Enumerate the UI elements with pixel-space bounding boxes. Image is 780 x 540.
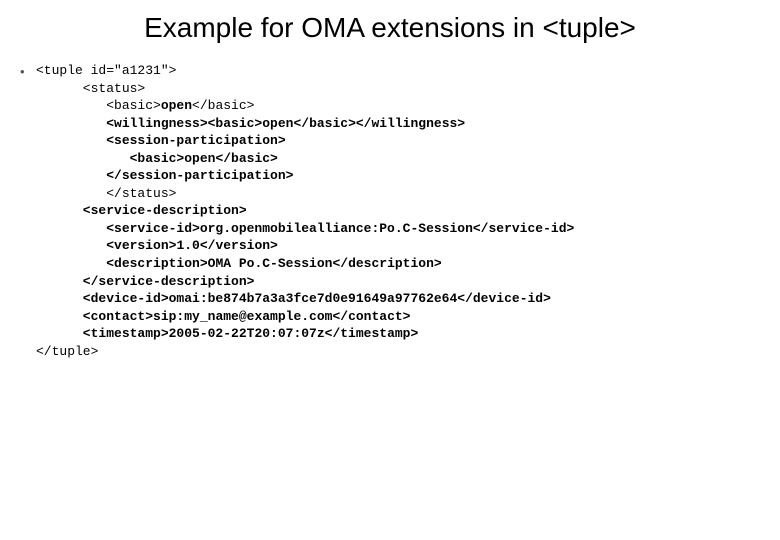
code-tag-bold: </device-id> [457,291,551,306]
code-block: <tuple id="a1231"> <status> <basic>open<… [36,62,574,360]
code-tag-bold: <device-id> [36,291,169,306]
code-line: <tuple id="a1231"> [36,63,176,78]
code-tag-bold: <version> [36,238,176,253]
code-value: open [184,151,215,166]
code-value: 1.0 [176,238,199,253]
code-tag-bold: </basic> [215,151,277,166]
code-tag-bold: </session-participation> [36,168,293,183]
code-value: 2005-02-22T20:07:07z [169,326,325,341]
code-tag-bold: <contact> [36,309,153,324]
code-tag-bold: </description> [332,256,441,271]
code-tag-bold: <session-participation> [36,133,286,148]
code-tag-bold: <service-id> [36,221,200,236]
code-tag-bold: </basic></willingness> [293,116,465,131]
code-tag-bold: <service-description> [36,203,247,218]
code-tag-bold: </timestamp> [325,326,419,341]
code-line: </status> [36,186,176,201]
slide-title: Example for OMA extensions in <tuple> [0,0,780,62]
code-line: <status> [36,81,145,96]
code-tag-bold: <willingness><basic> [36,116,262,131]
code-value: omai:be874b7a3a3fce7d0e91649a97762e64 [169,291,458,306]
code-value: open [262,116,293,131]
code-tag-bold: </service-id> [473,221,574,236]
code-tag-bold: <description> [36,256,208,271]
code-line: </tuple> [36,344,98,359]
code-value: OMA Po.C-Session [208,256,333,271]
code-tag-bold: </version> [200,238,278,253]
bullet-marker: • [20,62,36,81]
code-tag-bold: </service-description> [36,274,254,289]
code-value: sip:my_name@example.com [153,309,332,324]
code-tag-bold: </contact> [332,309,410,324]
code-value: org.openmobilealliance:Po.C-Session [200,221,473,236]
slide-content: • <tuple id="a1231"> <status> <basic>ope… [0,62,780,360]
code-tag: </basic> [192,98,254,113]
code-value: open [161,98,192,113]
code-tag: <basic> [36,98,161,113]
bullet-item: • <tuple id="a1231"> <status> <basic>ope… [20,62,780,360]
code-tag-bold: <timestamp> [36,326,169,341]
code-tag-bold: <basic> [36,151,184,166]
